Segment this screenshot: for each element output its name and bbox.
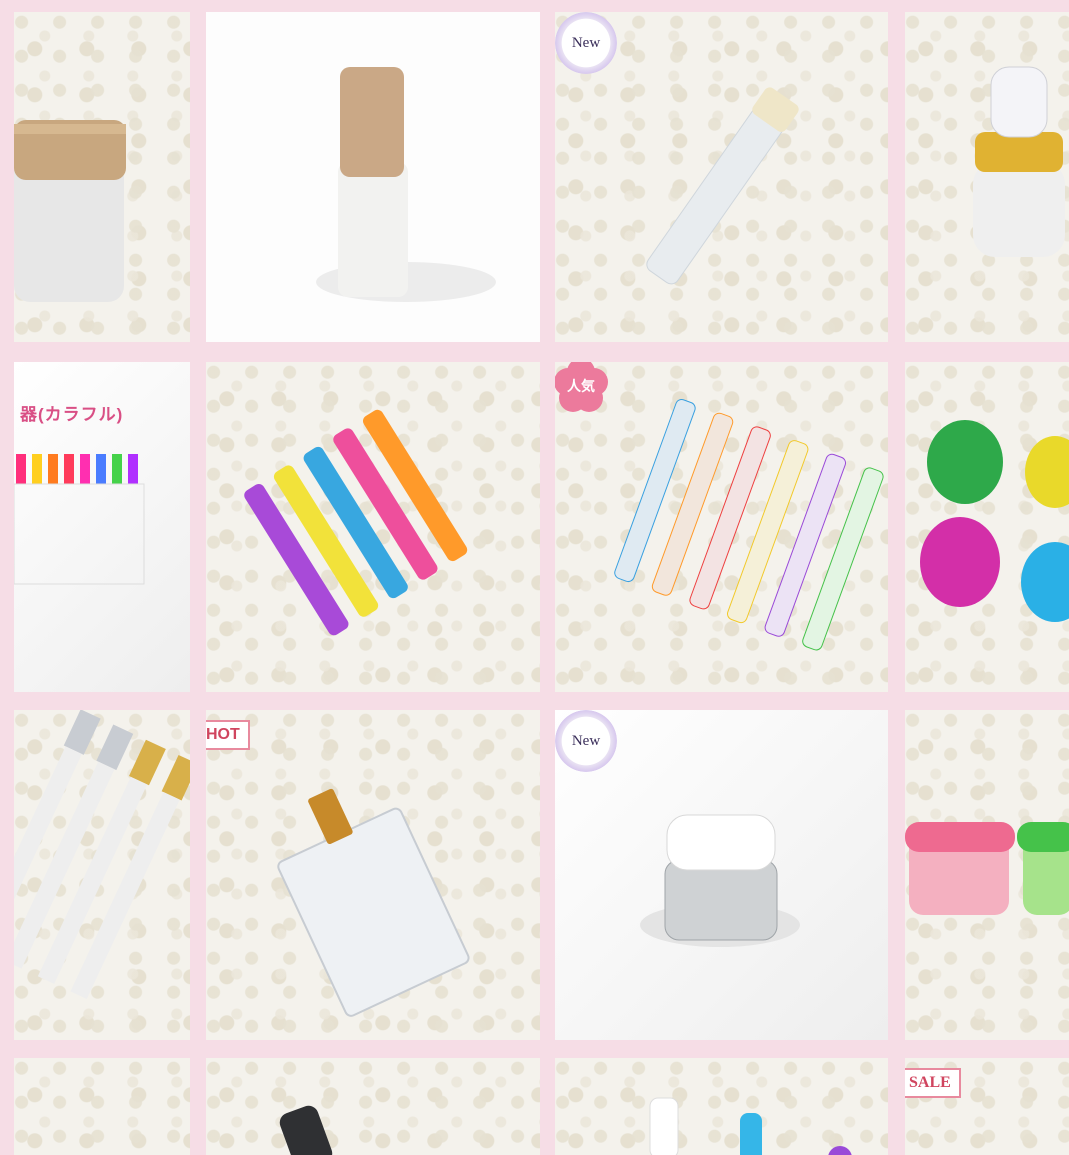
product-tile-3[interactable]: New — [555, 12, 888, 342]
product-grid: New 器(カラフル) 人気 HOT New SALE — [0, 0, 1069, 1155]
product-tile-7[interactable]: 人気 — [555, 362, 888, 692]
popular-badge: 人気 — [555, 362, 615, 420]
popular-badge-label: 人気 — [567, 378, 595, 394]
product-tile-13[interactable] — [14, 1058, 190, 1155]
product-tile-1[interactable] — [14, 12, 190, 342]
product-tile-6[interactable] — [206, 362, 540, 692]
product-tile-8[interactable] — [905, 362, 1069, 692]
sale-badge: SALE — [905, 1068, 961, 1098]
metal-cap-atomizers-image — [14, 710, 190, 1000]
product-tile-16[interactable]: SALE — [905, 1058, 1069, 1155]
product-tile-2[interactable] — [206, 12, 540, 342]
pump-bottle-image — [973, 66, 1065, 257]
product-tile-4[interactable] — [905, 12, 1069, 342]
square-perfume-bottle-image — [277, 788, 470, 1017]
product-tile-11[interactable]: New — [555, 710, 888, 1040]
product-tile-10[interactable]: HOT — [206, 710, 540, 1040]
plaid-atomizers-image — [244, 409, 468, 636]
black-cap-bottle-image — [279, 1105, 333, 1155]
product-caption: 器(カラフル) — [20, 405, 124, 424]
jar-image — [14, 120, 126, 302]
bottle-image — [316, 67, 496, 302]
colored-jars-image — [905, 822, 1069, 915]
product-tile-15[interactable] — [555, 1058, 888, 1155]
new-badge: New — [555, 710, 617, 772]
product-tile-9[interactable] — [14, 710, 190, 1040]
tubes-image — [649, 1097, 852, 1155]
hot-badge: HOT — [206, 720, 250, 750]
product-tile-5[interactable]: 器(カラフル) — [14, 362, 190, 692]
new-badge: New — [555, 12, 617, 74]
product-tile-14[interactable] — [206, 1058, 540, 1155]
apple-bottles-image — [920, 420, 1069, 622]
product-tile-12[interactable] — [905, 710, 1069, 1040]
